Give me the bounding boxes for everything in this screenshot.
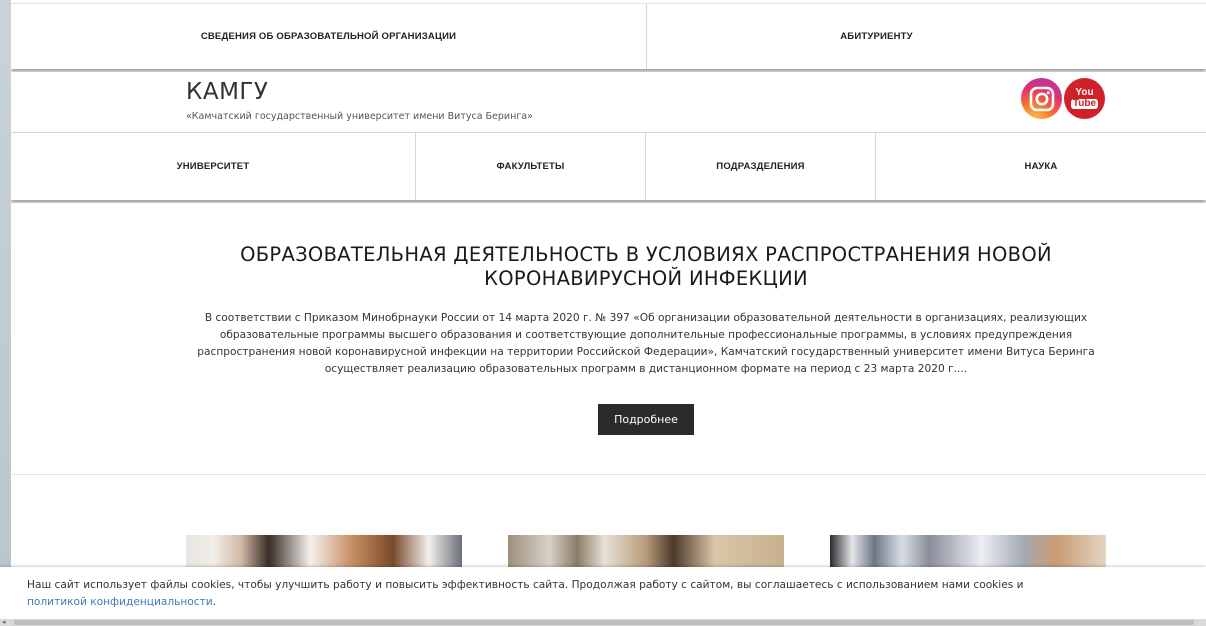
youtube-icon[interactable]: You Tube — [1064, 78, 1105, 119]
social-links: You Tube — [1021, 78, 1105, 119]
news-body: В соответствии с Приказом Минобрнауки Ро… — [197, 312, 1095, 375]
mainnav-item-faculties[interactable]: ФАКУЛЬТЕТЫ — [416, 133, 646, 200]
privacy-policy-link[interactable]: политикой конфиденциальности — [27, 596, 213, 608]
mainnav-item-university[interactable]: УНИВЕРСИТЕТ — [11, 133, 416, 200]
left-gutter — [0, 0, 11, 626]
cookie-message: Наш сайт использует файлы cookies, чтобы… — [27, 579, 1024, 591]
page: СВЕДЕНИЯ ОБ ОБРАЗОВАТЕЛЬНОЙ ОРГАНИЗАЦИИ … — [11, 0, 1206, 626]
more-button[interactable]: Подробнее — [598, 404, 694, 435]
cookie-end: . — [212, 596, 217, 608]
scrollbar-thumb[interactable] — [14, 620, 1194, 625]
main-nav: УНИВЕРСИТЕТ ФАКУЛЬТЕТЫ ПОДРАЗДЕЛЕНИЯ НАУ… — [11, 132, 1206, 200]
mainnav-item-departments[interactable]: ПОДРАЗДЕЛЕНИЯ — [646, 133, 876, 200]
site-title[interactable]: КАМГУ — [186, 79, 268, 105]
news-block: ОБРАЗОВАТЕЛЬНАЯ ДЕЯТЕЛЬНОСТЬ В УСЛОВИЯХ … — [11, 203, 1206, 475]
youtube-icon-you: You — [1075, 87, 1094, 98]
scroll-left-icon[interactable]: ◂ — [2, 618, 6, 626]
site-subtitle: «Камчатский государственный университет … — [186, 111, 533, 122]
cookie-banner: Наш сайт использует файлы cookies, чтобы… — [0, 567, 1206, 619]
cookie-text: Наш сайт использует файлы cookies, чтобы… — [27, 577, 1027, 611]
topnav-item-organization[interactable]: СВЕДЕНИЯ ОБ ОБРАЗОВАТЕЛЬНОЙ ОРГАНИЗАЦИИ — [11, 4, 647, 69]
instagram-icon[interactable] — [1021, 78, 1062, 119]
top-nav: СВЕДЕНИЯ ОБ ОБРАЗОВАТЕЛЬНОЙ ОРГАНИЗАЦИИ … — [11, 3, 1206, 69]
topnav-item-applicants[interactable]: АБИТУРИЕНТУ — [647, 4, 1106, 69]
youtube-icon-tube: Tube — [1070, 98, 1099, 109]
news-title: ОБРАЗОВАТЕЛЬНАЯ ДЕЯТЕЛЬНОСТЬ В УСЛОВИЯХ … — [240, 243, 1052, 290]
horizontal-scrollbar[interactable]: ◂ — [0, 618, 1206, 626]
mainnav-item-science[interactable]: НАУКА — [876, 133, 1206, 200]
site-header: КАМГУ «Камчатский государственный универ… — [11, 72, 1206, 132]
